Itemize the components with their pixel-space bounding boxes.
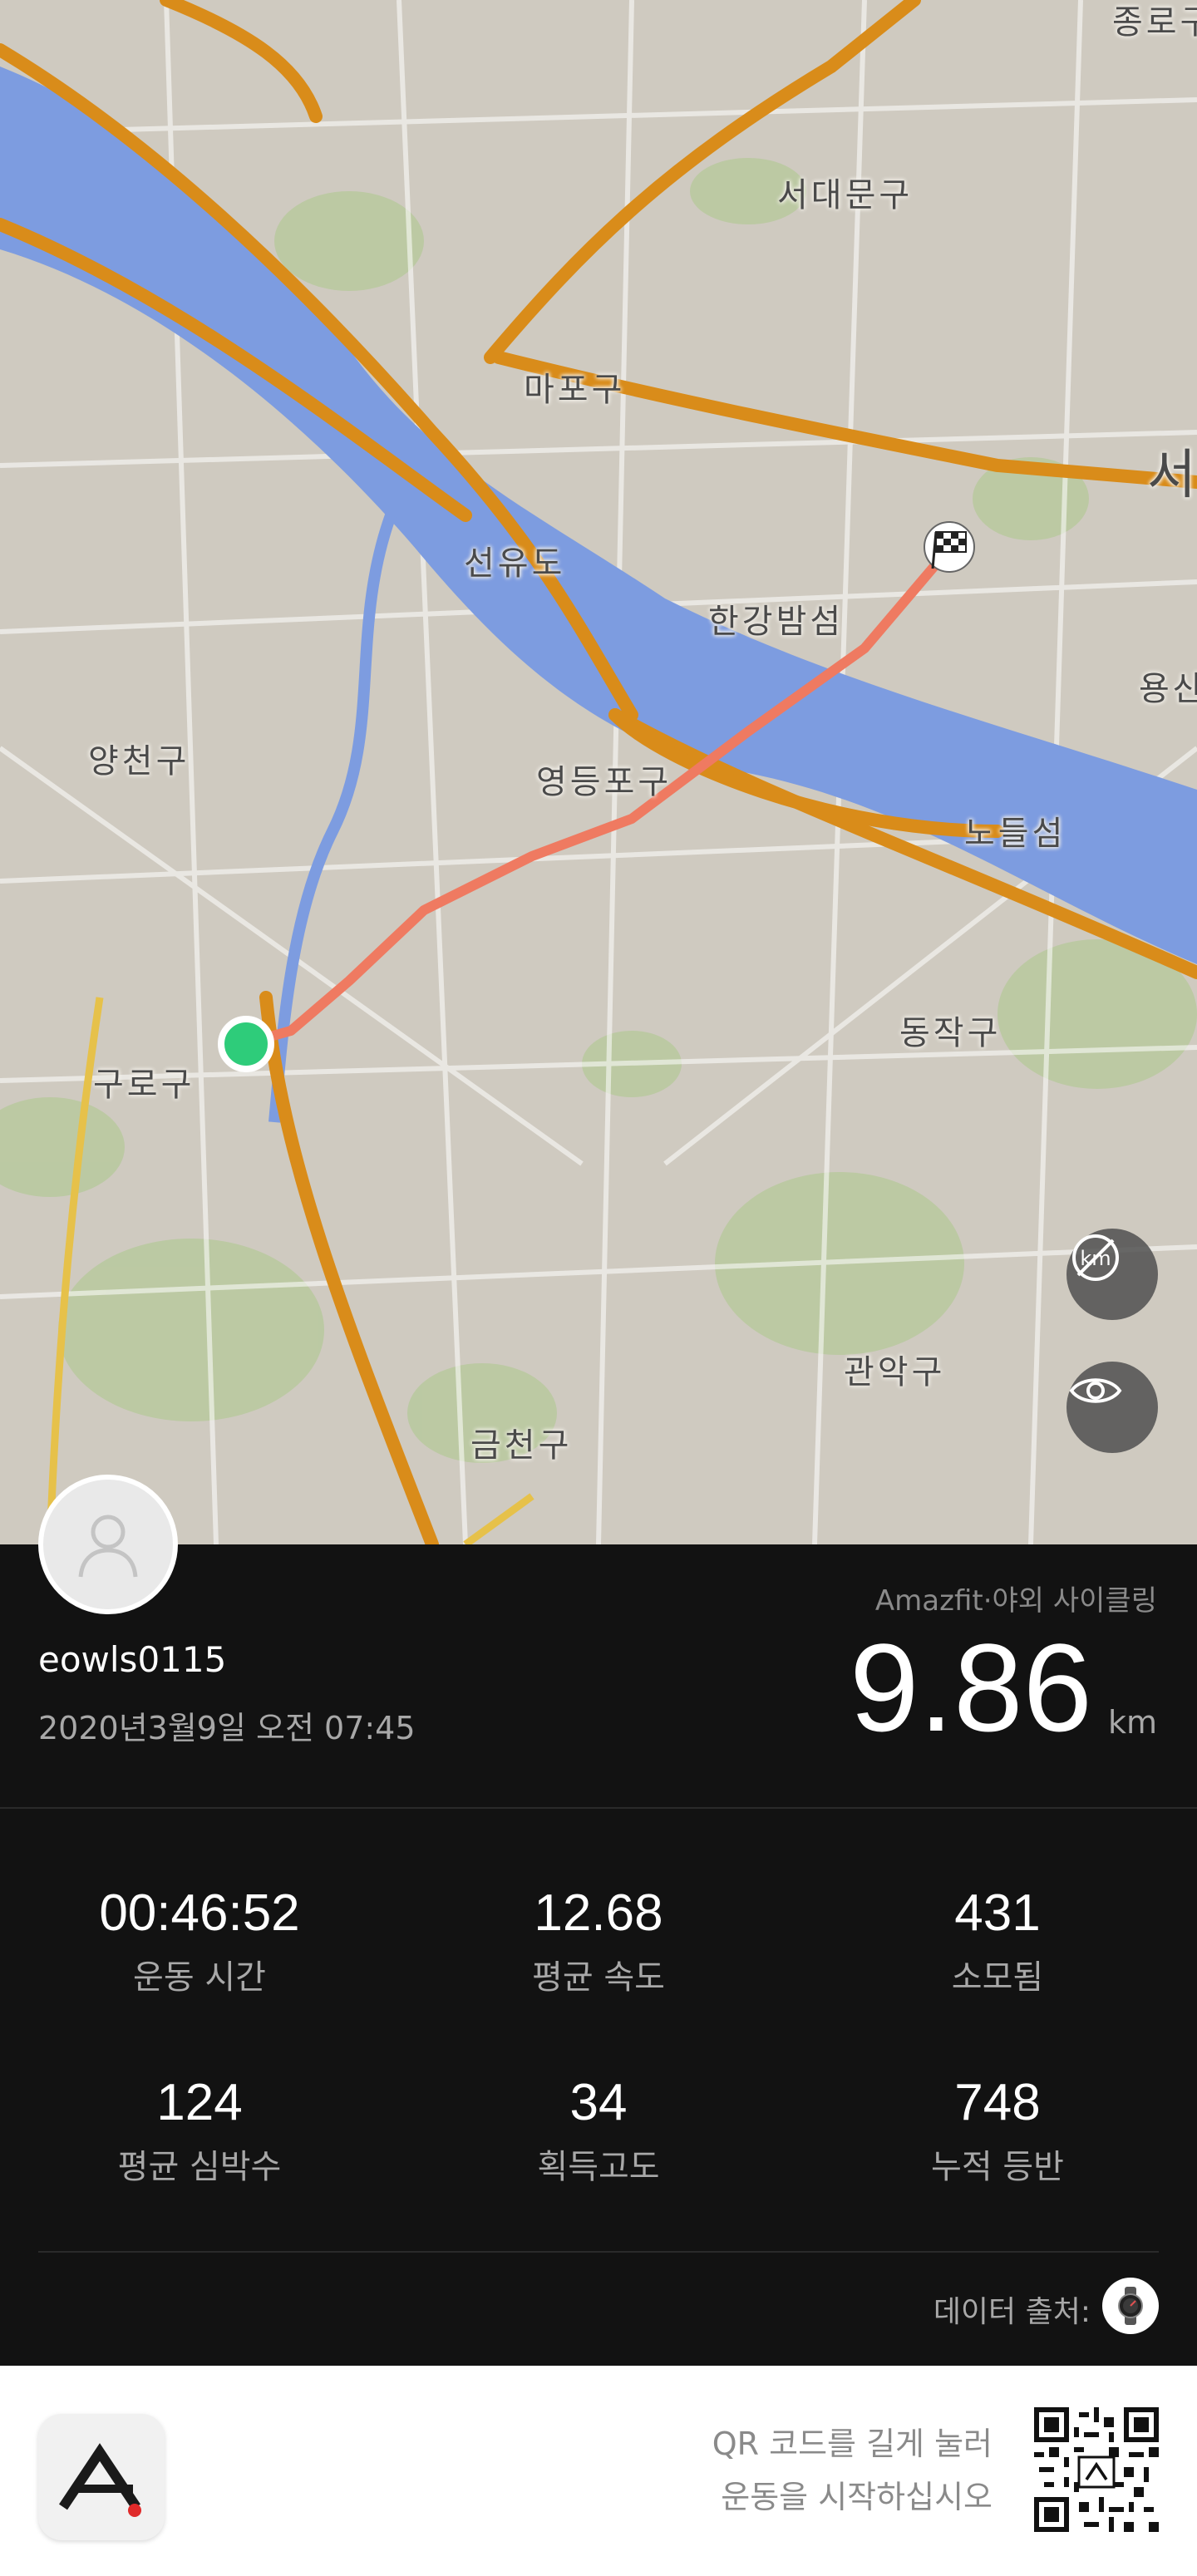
map-label-seodaemun: 서대문구 xyxy=(777,176,914,214)
map-label-hangangbamseom: 한강밤섬 xyxy=(708,603,845,641)
watch-device-icon xyxy=(1102,2278,1159,2334)
amazfit-logo-icon xyxy=(59,2443,141,2517)
app-logo xyxy=(38,2414,165,2540)
device-activity-type: Amazfit·야외 사이클링 xyxy=(874,1584,1157,1618)
username: eowls0115 xyxy=(38,1639,227,1680)
km-off-icon: km xyxy=(1072,1234,1119,1281)
avatar[interactable] xyxy=(38,1475,178,1614)
stat-label: 획득고도 xyxy=(537,2148,660,2187)
map-label-jongno: 종로구 xyxy=(1112,3,1197,42)
distance-value: 9.86 xyxy=(850,1618,1092,1757)
map-label-gwanak: 관악구 xyxy=(844,1353,946,1391)
stat-duration: 00:46:52 운동 시간 xyxy=(0,1884,399,1998)
distance-unit: km xyxy=(1107,1704,1157,1741)
stat-label: 평균 속도 xyxy=(532,1958,665,1997)
map-label-guro: 구로구 xyxy=(93,1066,195,1104)
route-map[interactable]: 종로구 서대문구 마포구 서 선유도 한강밤섬 용산 양천구 영등포구 노들섬 … xyxy=(0,0,1197,1544)
map-label-seonyudo: 선유도 xyxy=(464,544,566,583)
qr-instruction-line: QR 코드를 길게 눌러 xyxy=(712,2426,993,2462)
stat-value: 431 xyxy=(954,1884,1041,1942)
stat-label: 누적 등반 xyxy=(931,2148,1064,2187)
stat-value: 00:46:52 xyxy=(99,1884,300,1942)
finish-flag-icon xyxy=(924,521,975,573)
activity-datetime: 2020년3월9일 오전 07:45 xyxy=(38,1710,416,1746)
stat-avg-speed: 12.68 평균 속도 xyxy=(399,1884,798,1998)
stat-elevation-gain: 34 획득고도 xyxy=(399,2074,798,2188)
map-label-yongsan: 용산 xyxy=(1139,670,1197,708)
stat-value: 124 xyxy=(156,2074,243,2131)
stat-value: 748 xyxy=(954,2074,1041,2131)
map-label-nodeulseom: 노들섬 xyxy=(964,815,1066,853)
stat-value: 12.68 xyxy=(534,1884,663,1942)
map-label-mapo: 마포구 xyxy=(524,371,626,409)
stat-label: 운동 시간 xyxy=(133,1958,266,1997)
stat-total-climb: 748 누적 등반 xyxy=(798,2074,1197,2188)
map-label-seo: 서 xyxy=(1147,445,1197,506)
data-source-label: 데이터 출처: xyxy=(933,2295,1091,2329)
share-footer: QR 코드를 길게 눌러 운동을 시작하십시오 xyxy=(0,2366,1197,2576)
qr-instruction-line: 운동을 시작하십시오 xyxy=(721,2479,993,2515)
stat-label: 평균 심박수 xyxy=(117,2148,282,2187)
stat-avg-heart-rate: 124 평균 심박수 xyxy=(0,2074,399,2188)
stat-calories: 431 소모됨 xyxy=(798,1884,1197,1998)
map-label-geumcheon: 금천구 xyxy=(470,1426,573,1465)
stat-value: 34 xyxy=(569,2074,628,2131)
km-markers-toggle-button[interactable]: km xyxy=(1066,1229,1158,1320)
map-view-toggle-button[interactable] xyxy=(1066,1362,1158,1453)
user-icon xyxy=(78,1515,138,1578)
qr-instructions: QR 코드를 길게 눌러 운동을 시작하십시오 xyxy=(712,2417,993,2524)
divider xyxy=(0,1807,1197,1809)
map-label-yangcheon: 양천구 xyxy=(88,742,190,781)
start-marker xyxy=(218,1016,274,1072)
stat-label: 소모됨 xyxy=(951,1958,1044,1997)
qr-code[interactable] xyxy=(1034,2407,1159,2532)
map-label-yeongdeungpo: 영등포구 xyxy=(536,763,672,801)
divider xyxy=(38,2251,1159,2253)
map-label-dongjak: 동작구 xyxy=(899,1014,1002,1052)
eye-icon xyxy=(1069,1378,1122,1403)
